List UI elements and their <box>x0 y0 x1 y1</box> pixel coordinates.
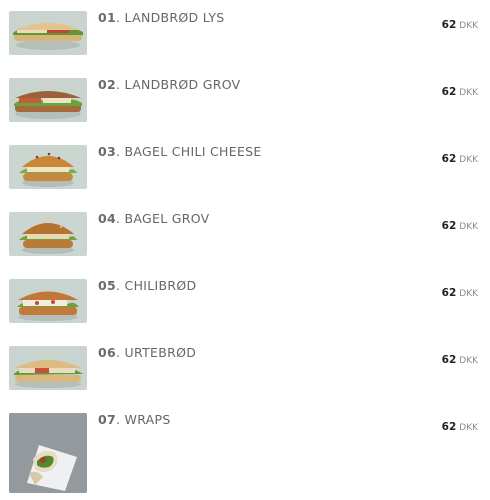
price-amount: 62 <box>441 354 457 366</box>
sandwich-image[interactable] <box>9 145 87 189</box>
item-name: BAGEL CHILI CHEESE <box>124 144 262 159</box>
price-currency: DKK <box>459 356 478 366</box>
wrap-image[interactable] <box>9 413 87 493</box>
menu-list: 01. LANDBRØD LYS 62 DKK 02. LANDBRØD GROV… <box>0 0 490 500</box>
item-title: 02. LANDBRØD GROV <box>98 77 241 92</box>
item-name: LANDBRØD LYS <box>124 10 225 25</box>
price-amount: 62 <box>441 287 457 299</box>
item-title: 06. URTEBRØD <box>98 345 197 360</box>
price-currency: DKK <box>459 222 478 232</box>
sandwich-image[interactable] <box>9 78 87 122</box>
price-amount: 62 <box>441 220 457 232</box>
price-currency: DKK <box>459 289 478 299</box>
sandwich-image[interactable] <box>9 346 87 390</box>
item-name: URTEBRØD <box>124 345 197 360</box>
item-price: 62 DKK <box>442 80 478 99</box>
item-price: 62 DKK <box>442 281 478 300</box>
item-title: 01. LANDBRØD LYS <box>98 10 225 25</box>
item-number: 04 <box>98 211 116 226</box>
menu-item[interactable]: 06. URTEBRØD 62 DKK <box>0 345 490 406</box>
menu-item[interactable]: 02. LANDBRØD GROV 62 DKK <box>0 77 490 138</box>
item-name: CHILIBRØD <box>124 278 197 293</box>
sandwich-image[interactable] <box>9 279 87 323</box>
item-price: 62 DKK <box>442 147 478 166</box>
item-title: 07. WRAPS <box>98 412 171 427</box>
price-amount: 62 <box>441 19 457 31</box>
price-currency: DKK <box>459 155 478 165</box>
price-amount: 62 <box>441 86 457 98</box>
menu-item[interactable]: 03. BAGEL CHILI CHEESE 62 DKK <box>0 144 490 205</box>
menu-item[interactable]: 07. WRAPS 62 DKK <box>0 412 490 493</box>
menu-item[interactable]: 01. LANDBRØD LYS 62 DKK <box>0 10 490 71</box>
price-currency: DKK <box>459 88 478 98</box>
item-price: 62 DKK <box>442 214 478 233</box>
price-amount: 62 <box>441 153 457 165</box>
sandwich-image[interactable] <box>9 212 87 256</box>
price-currency: DKK <box>459 423 478 433</box>
item-name: LANDBRØD GROV <box>124 77 241 92</box>
price-currency: DKK <box>459 21 478 31</box>
item-price: 62 DKK <box>442 348 478 367</box>
item-number: 05 <box>98 278 116 293</box>
item-number: 07 <box>98 412 116 427</box>
item-title: 03. BAGEL CHILI CHEESE <box>98 144 262 159</box>
item-price: 62 DKK <box>442 415 478 434</box>
menu-item[interactable]: 05. CHILIBRØD 62 DKK <box>0 278 490 339</box>
item-number: 03 <box>98 144 116 159</box>
item-number: 06 <box>98 345 116 360</box>
price-amount: 62 <box>441 421 457 433</box>
item-number: 01 <box>98 10 116 25</box>
item-title: 04. BAGEL GROV <box>98 211 210 226</box>
item-name: BAGEL GROV <box>124 211 210 226</box>
item-name: WRAPS <box>124 412 171 427</box>
item-number: 02 <box>98 77 116 92</box>
menu-item[interactable]: 04. BAGEL GROV 62 DKK <box>0 211 490 272</box>
item-title: 05. CHILIBRØD <box>98 278 197 293</box>
sandwich-image[interactable] <box>9 11 87 55</box>
item-price: 62 DKK <box>442 13 478 32</box>
